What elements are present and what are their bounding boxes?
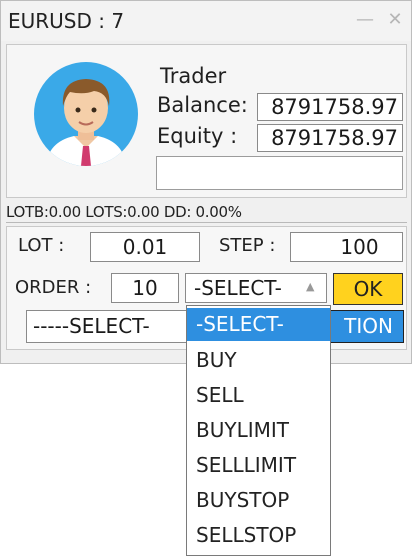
action-select[interactable]: -----SELECT- <box>26 310 196 343</box>
order-label: ORDER : <box>15 277 92 298</box>
equity-value: 8791758.97 <box>257 124 403 152</box>
dropdown-option-sell[interactable]: SELL <box>187 379 330 412</box>
window-title: EURUSD : 7 <box>8 9 125 33</box>
lot-label: LOT : <box>18 235 65 256</box>
ok-button[interactable]: OK <box>333 273 403 305</box>
dropdown-option-buystop[interactable]: BUYSTOP <box>187 484 330 517</box>
equity-label: Equity : <box>157 124 238 148</box>
step-label: STEP : <box>219 235 276 256</box>
order-count-input[interactable]: 10 <box>111 273 179 303</box>
chevron-up-icon[interactable]: ▲ <box>306 279 314 295</box>
order-type-dropdown: -SELECT- BUY SELL BUYLIMIT SELLLIMIT BUY… <box>186 305 331 556</box>
balance-label: Balance: <box>157 93 248 117</box>
divider <box>6 222 407 223</box>
dropdown-option-buy[interactable]: BUY <box>187 344 330 377</box>
user-avatar-icon <box>34 62 138 166</box>
comment-field[interactable] <box>156 156 403 190</box>
dropdown-option-selllimit[interactable]: SELLLIMIT <box>187 449 330 482</box>
trader-name: Trader <box>160 64 227 88</box>
lot-input[interactable]: 0.01 <box>90 232 200 262</box>
close-icon[interactable]: ✕ <box>384 8 406 32</box>
dropdown-option-sellstop[interactable]: SELLSTOP <box>187 519 330 552</box>
status-line: LOTB:0.00 LOTS:0.00 DD: 0.00% <box>6 203 242 221</box>
dropdown-option-buylimit[interactable]: BUYLIMIT <box>187 414 330 447</box>
balance-value: 8791758.97 <box>257 93 403 121</box>
step-input[interactable]: 100 <box>290 232 403 262</box>
dropdown-option-select[interactable]: -SELECT- <box>187 308 330 341</box>
minimize-icon[interactable]: — <box>356 8 374 32</box>
